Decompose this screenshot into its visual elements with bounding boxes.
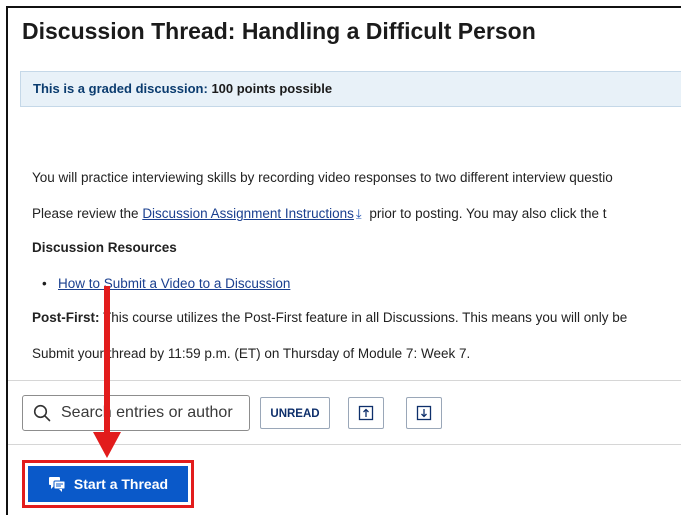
chat-bubble-icon (48, 477, 66, 492)
start-thread-highlight: Start a Thread (22, 460, 194, 508)
post-first-label: Post-First: (32, 310, 100, 325)
resource-link[interactable]: How to Submit a Video to a Discussion (58, 276, 290, 291)
search-field[interactable] (22, 395, 250, 431)
arrow-up-box-icon (358, 405, 374, 421)
download-button[interactable] (406, 397, 442, 429)
graded-banner-prefix: This is a graded discussion: (33, 81, 208, 96)
arrow-down-box-icon (416, 405, 432, 421)
start-thread-button[interactable]: Start a Thread (28, 466, 188, 502)
unread-filter-button[interactable]: UNREAD (260, 397, 330, 429)
intro-text: You will practice interviewing skills by… (32, 170, 613, 185)
resource-list-item: How to Submit a Video to a Discussion (58, 276, 290, 291)
review-prefix: Please review the (32, 206, 143, 221)
upload-button[interactable] (348, 397, 384, 429)
search-icon (33, 404, 51, 422)
divider (8, 444, 681, 445)
submit-deadline-text: Submit your thread by 11:59 p.m. (ET) on… (32, 346, 471, 361)
start-thread-label: Start a Thread (73, 476, 169, 492)
post-first-line: Post-First: This course utilizes the Pos… (32, 310, 627, 325)
review-suffix: prior to posting. You may also click the… (365, 206, 607, 221)
review-line: Please review the Discussion Assignment … (32, 206, 607, 222)
download-icon[interactable]: ⤓ (356, 206, 362, 221)
page-title: Discussion Thread: Handling a Difficult … (22, 18, 536, 44)
search-input[interactable] (59, 403, 243, 423)
discussion-page: Discussion Thread: Handling a Difficult … (6, 6, 681, 515)
instructions-link[interactable]: Discussion Assignment Instructions (142, 206, 354, 221)
graded-banner: This is a graded discussion: 100 points … (20, 71, 681, 107)
graded-banner-points: 100 points possible (207, 81, 333, 96)
divider (8, 380, 681, 381)
post-first-text: This course utilizes the Post-First feat… (103, 310, 628, 325)
resources-heading: Discussion Resources (32, 240, 177, 255)
bullet-icon: • (42, 276, 47, 291)
